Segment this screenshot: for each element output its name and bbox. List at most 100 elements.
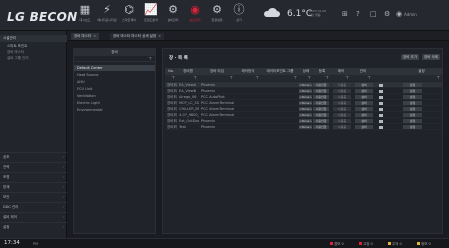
action-button[interactable]: 사용중 xyxy=(333,95,351,99)
action-button[interactable]: 사용중 xyxy=(333,83,351,87)
row-checkbox[interactable] xyxy=(379,125,383,129)
sidebar-subitem[interactable]: 설비 그룹 관리 xyxy=(0,55,67,61)
sidebar-section[interactable]: 공조 › xyxy=(0,152,67,161)
action-button[interactable]: 사용안함 xyxy=(313,83,329,87)
column-header[interactable]: No. xyxy=(165,68,177,75)
action-button[interactable]: 사용중 xyxy=(333,125,351,129)
column-filter-icon[interactable]: ⊤ xyxy=(235,75,259,81)
action-button[interactable]: 설비 xyxy=(355,95,373,99)
nav-energy[interactable]: ⚡ 에너지모니터링 xyxy=(96,2,118,29)
column-filter-icon[interactable]: ⊤ xyxy=(313,75,329,81)
status-dropdown[interactable]: <None> xyxy=(299,125,312,129)
action-button[interactable]: 설비 xyxy=(355,107,373,111)
sidebar-section[interactable]: 전력 › xyxy=(0,162,67,171)
status-dropdown[interactable]: <None> xyxy=(299,83,312,87)
tree-filter-row[interactable]: ⊤ xyxy=(74,56,155,62)
settings-icon[interactable]: ⚙ xyxy=(384,10,390,18)
column-filter-icon[interactable]: ⊤ xyxy=(401,75,440,81)
row-checkbox[interactable] xyxy=(379,119,383,123)
sidebar-section[interactable]: 보안 › xyxy=(0,192,67,201)
tree-item[interactable]: FCU Unit xyxy=(74,86,155,92)
action-button[interactable]: 사용안함 xyxy=(313,113,329,117)
sidebar-header[interactable]: 시설관리 xyxy=(0,35,67,42)
action-button[interactable]: 사용안함 xyxy=(313,95,329,99)
action-button[interactable]: 사용중 xyxy=(333,107,351,111)
action-button[interactable]: 사용중 xyxy=(333,89,351,93)
user-name[interactable]: Admin xyxy=(404,12,417,17)
action-button[interactable]: 설비 xyxy=(355,125,373,129)
tree-item[interactable]: AHU xyxy=(74,79,155,85)
sidebar-section[interactable]: DDC 관리 › xyxy=(0,202,67,211)
nav-settings[interactable]: ⚙ 환경설정 xyxy=(206,2,228,29)
column-filter-icon[interactable]: ⊤ xyxy=(165,75,175,81)
help-icon[interactable]: ? xyxy=(356,10,360,18)
row-checkbox[interactable] xyxy=(379,89,383,93)
action-button[interactable]: 설비 xyxy=(355,113,373,117)
table-row[interactable]: 장비위치Test Phoenix <None>사용안함 사용중 설비 설정 xyxy=(165,124,442,130)
nav-dashboard[interactable]: ▦ 대시보드 xyxy=(74,2,96,29)
row-checkbox[interactable] xyxy=(379,101,383,105)
action-button[interactable]: 사용안함 xyxy=(313,125,329,129)
alarm-counter[interactable]: 고장 0 xyxy=(359,242,373,247)
tree-item[interactable]: Electric Light xyxy=(74,100,155,106)
action-button[interactable]: 사용안함 xyxy=(313,107,329,111)
tree-item[interactable]: Environmental xyxy=(74,107,155,113)
column-header[interactable]: 제어방식 xyxy=(235,68,261,75)
nav-info[interactable]: ⓘ 상기 xyxy=(228,2,250,29)
column-filter-icon[interactable]: ⊤ xyxy=(331,75,349,81)
status-dropdown[interactable]: <None> xyxy=(299,113,312,117)
action-button[interactable]: 설비 xyxy=(355,89,373,93)
grid-icon[interactable]: ⊞ xyxy=(342,10,348,18)
tree-item[interactable]: Ventilation xyxy=(74,93,155,99)
window-icon[interactable]: □ xyxy=(370,10,377,18)
action-button[interactable]: 설정 xyxy=(403,107,422,111)
column-header[interactable]: 데이터포인트 그룹 xyxy=(261,68,299,75)
status-dropdown[interactable]: <None> xyxy=(299,119,312,123)
column-filter-icon[interactable]: ⊤ xyxy=(299,75,311,81)
column-filter-icon[interactable]: ⊤ xyxy=(177,75,197,81)
row-checkbox[interactable] xyxy=(379,95,383,99)
row-checkbox[interactable] xyxy=(379,83,383,87)
action-button[interactable]: 사용중 xyxy=(333,101,351,105)
action-button[interactable]: 설비 xyxy=(355,101,373,105)
sidebar-section[interactable]: 방재 › xyxy=(0,182,67,191)
tree-item[interactable]: Default Center xyxy=(74,65,155,71)
action-button[interactable]: 설정 xyxy=(403,119,422,123)
action-button[interactable]: 설정 xyxy=(403,89,422,93)
sidebar-section[interactable]: 조명 › xyxy=(0,172,67,181)
alarm-counter[interactable]: 정보 0 xyxy=(417,242,431,247)
status-dropdown[interactable]: <None> xyxy=(299,107,312,111)
column-header[interactable]: 관리 xyxy=(353,68,373,75)
nav-control[interactable]: ⌬ 스마트제어 xyxy=(118,2,140,29)
action-button[interactable]: 설정 xyxy=(403,83,422,87)
column-header[interactable]: 상태 xyxy=(299,68,313,75)
delete-equipment-button[interactable]: 장비 삭제 xyxy=(422,54,440,60)
action-button[interactable]: 사용안함 xyxy=(313,89,329,93)
column-filter-icon[interactable]: ⊤ xyxy=(199,75,233,81)
column-header[interactable]: 제어 xyxy=(331,68,351,75)
nav-trend[interactable]: 📈 트렌드분석 xyxy=(140,2,162,29)
status-dropdown[interactable]: <None> xyxy=(299,95,312,99)
tab-equipment-detail[interactable]: 장비 마스터 마스터 상세 설정 × xyxy=(110,33,165,40)
row-checkbox[interactable] xyxy=(379,113,383,117)
nav-alarm[interactable]: ◉ 보안관리 xyxy=(184,2,206,29)
action-button[interactable]: 설비 xyxy=(355,83,373,87)
alarm-counter[interactable]: 주의 0 xyxy=(388,242,402,247)
alarm-counter[interactable]: 경보 0 xyxy=(330,242,344,247)
action-button[interactable]: 설정 xyxy=(403,101,422,105)
action-button[interactable]: 설정 xyxy=(403,95,422,99)
column-filter-icon[interactable]: ⊤ xyxy=(261,75,297,81)
add-equipment-button[interactable]: 장비 추가 xyxy=(401,54,419,60)
column-header[interactable]: 설정 xyxy=(401,68,442,75)
tab-equipment-master[interactable]: 장비 마스터 × xyxy=(71,33,100,40)
tree-item[interactable]: Heat Source xyxy=(74,72,155,78)
action-button[interactable]: 사용안함 xyxy=(313,101,329,105)
sidebar-section[interactable]: 설정 › xyxy=(0,222,67,231)
row-checkbox[interactable] xyxy=(379,107,383,111)
action-button[interactable]: 설정 xyxy=(403,113,422,117)
action-button[interactable]: 사용중 xyxy=(333,113,351,117)
status-dropdown[interactable]: <None> xyxy=(299,89,312,93)
user-icon[interactable]: ◉ xyxy=(396,10,402,18)
status-dropdown[interactable]: <None> xyxy=(299,101,312,105)
action-button[interactable]: 사용안함 xyxy=(313,119,329,123)
